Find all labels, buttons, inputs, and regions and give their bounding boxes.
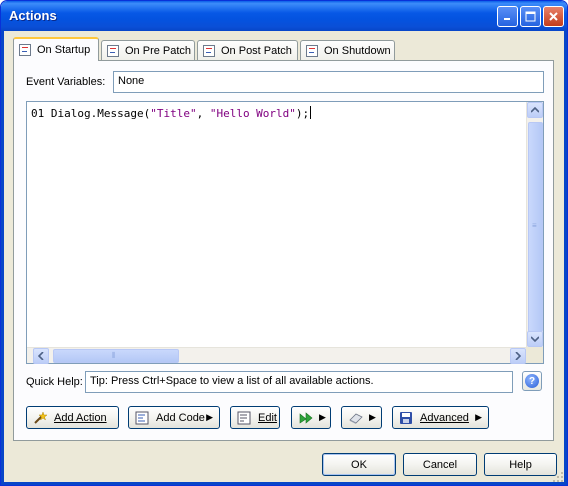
event-variables-field[interactable]: None [113,71,544,93]
help-icon: ? [525,374,539,388]
add-code-label: Add Code [156,411,205,424]
save-disk-icon [399,411,415,425]
eraser-icon [348,411,364,425]
advanced-button[interactable]: Advanced ▶ [392,406,489,429]
script-icon [19,44,31,56]
edit-label: Edit [258,411,277,424]
insert-action-menu-button[interactable]: ▶ [291,406,331,429]
tab-label: On Shutdown [324,44,391,57]
close-button[interactable] [543,6,564,27]
text-caret [310,106,312,119]
scroll-right-button[interactable] [510,348,526,364]
edit-button[interactable]: Edit [230,406,280,429]
close-icon [549,12,558,21]
tab-on-startup[interactable]: On Startup [13,37,99,61]
help-button[interactable]: Help [484,453,557,476]
ok-label: OK [351,458,367,471]
dropdown-arrow-icon: ▶ [206,412,213,422]
code-separator: , [196,107,210,120]
event-variables-label: Event Variables: [26,76,106,88]
add-action-label: Add Action [54,411,107,424]
code-string-title: "Title" [150,107,197,120]
window-frame-left [1,31,4,485]
arrow-right-icon [515,352,521,360]
horizontal-scroll-thumb[interactable]: ⦀ [53,349,179,363]
tab-on-pre-patch[interactable]: On Pre Patch [101,40,195,60]
arrow-left-icon [38,352,44,360]
window-title: Actions [9,8,57,23]
cancel-label: Cancel [422,458,458,471]
ok-button[interactable]: OK [322,453,396,476]
dropdown-arrow-icon: ▶ [319,412,326,422]
tab-label: On Pre Patch [125,44,192,57]
cancel-button[interactable]: Cancel [403,453,477,476]
horizontal-scrollbar[interactable]: ⦀ [27,347,527,364]
edit-page-icon [237,411,253,425]
code-call: Dialog.Message( [50,107,151,120]
quick-help-label: Quick Help: [26,376,83,388]
minimize-icon [504,18,510,20]
actions-window: Actions On Startup On Pre Patch On Post … [0,0,568,486]
help-label: Help [509,458,532,471]
code-end: ); [295,107,310,120]
tab-label: On Startup [37,44,91,56]
dropdown-arrow-icon: ▶ [369,412,376,422]
grip-icon: ⦀ [112,351,116,360]
quick-help-button[interactable]: ? [522,371,542,391]
tab-on-post-patch[interactable]: On Post Patch [197,40,298,60]
tools-menu-button[interactable]: ▶ [341,406,382,429]
script-icon [203,44,215,57]
vertical-scrollbar[interactable]: ≡ [526,102,543,348]
script-icon [306,44,318,57]
scroll-down-button[interactable] [527,331,543,347]
scroll-up-button[interactable] [527,102,543,118]
tab-label: On Post Patch [221,44,292,57]
window-frame-right [564,31,567,485]
script-editor[interactable]: 01 Dialog.Message("Title", "Hello World"… [26,101,544,364]
wand-icon [33,410,49,425]
green-arrow-icon [298,411,314,425]
line-number: 01 [31,107,45,120]
minimize-button[interactable] [497,6,518,27]
maximize-icon [525,11,536,22]
script-icon [107,44,119,57]
dropdown-arrow-icon: ▶ [475,412,482,422]
code-page-icon [135,411,151,425]
tab-on-shutdown[interactable]: On Shutdown [300,40,395,60]
code-string-message: "Hello World" [209,107,296,120]
window-frame-bottom [1,482,567,485]
resize-grip-icon[interactable] [552,471,564,483]
scroll-left-button[interactable] [33,348,49,364]
maximize-button[interactable] [520,6,541,27]
arrow-up-icon [531,107,539,113]
title-bar[interactable]: Actions [1,1,567,31]
arrow-down-icon [531,336,539,342]
scrollbar-corner [526,347,543,363]
add-code-button[interactable]: Add Code ▶ [128,406,220,429]
add-action-button[interactable]: Add Action [26,406,119,429]
vertical-scroll-thumb[interactable]: ≡ [528,122,543,332]
grip-icon: ≡ [532,221,537,230]
advanced-label: Advanced [420,411,469,424]
code-line-1[interactable]: 01 Dialog.Message("Title", "Hello World"… [31,106,312,120]
quick-help-field: Tip: Press Ctrl+Space to view a list of … [85,371,513,393]
